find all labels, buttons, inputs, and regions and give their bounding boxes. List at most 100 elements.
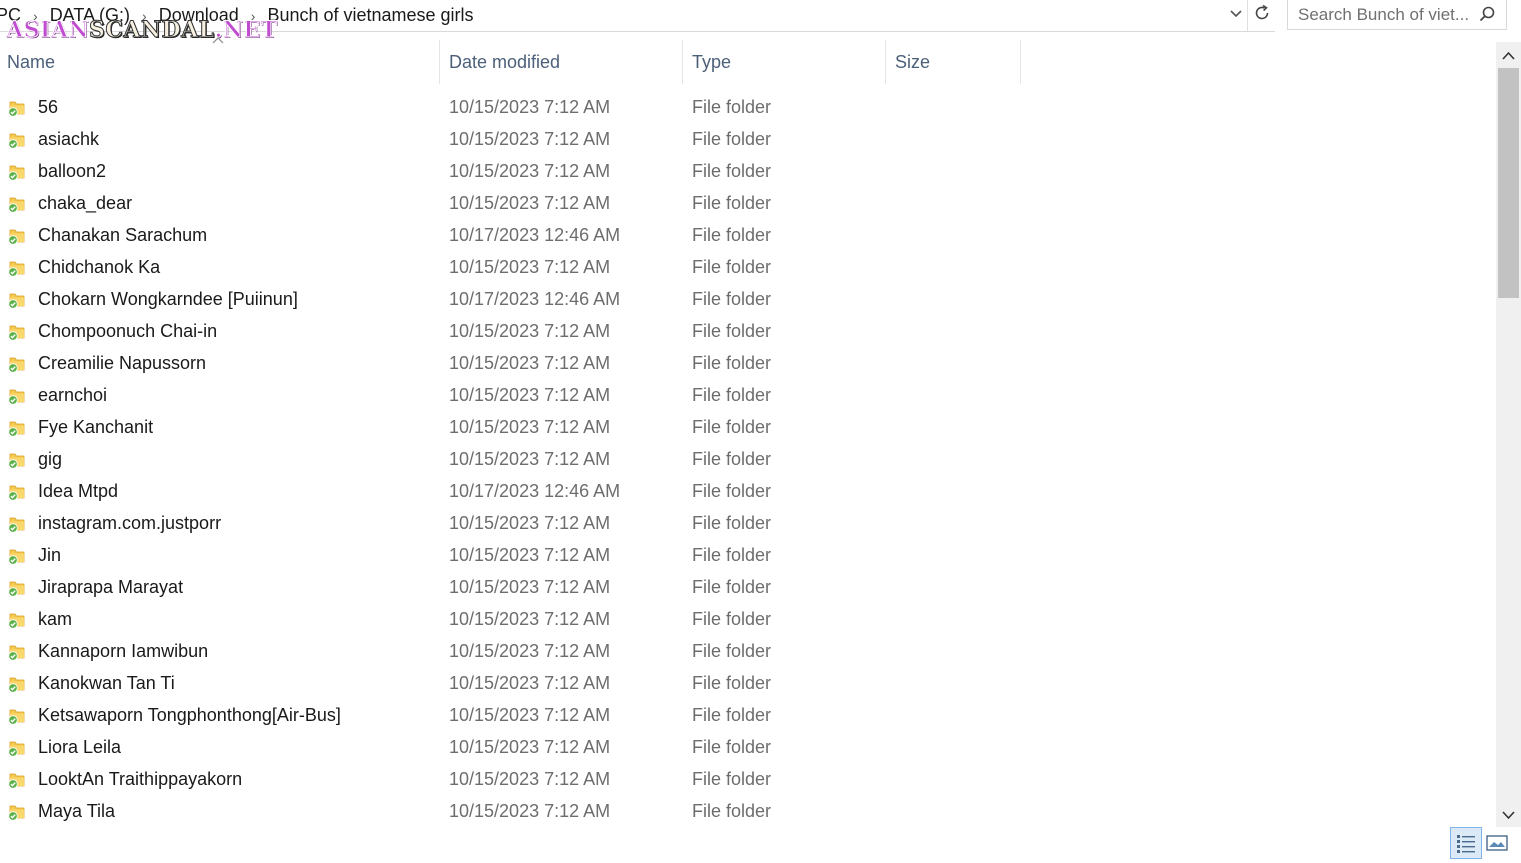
file-row[interactable]: chaka_dear 10/15/2023 7:12 AM File folder	[0, 188, 1490, 220]
file-row[interactable]: Chokarn Wongkarndee [Puiinun] 10/17/2023 …	[0, 284, 1490, 316]
file-date-modified: 10/15/2023 7:12 AM	[449, 705, 611, 725]
folder-synced-icon	[7, 706, 27, 726]
folder-synced-icon	[7, 290, 27, 310]
folder-synced-icon	[7, 482, 27, 502]
column-header-size[interactable]: Size	[895, 40, 1015, 84]
address-divider	[1247, 0, 1248, 31]
file-row[interactable]: Chidchanok Ka 10/15/2023 7:12 AM File fold…	[0, 252, 1490, 284]
file-name: Jin	[38, 545, 62, 565]
file-row[interactable]: Fye Kanchanit 10/15/2023 7:12 AM File fold…	[0, 412, 1490, 444]
breadcrumb-current-folder[interactable]: Bunch of vietnamese girls	[267, 5, 473, 26]
file-row[interactable]: LooktAn Traithippayakorn 10/15/2023 7:12 …	[0, 764, 1490, 796]
file-row[interactable]: Idea Mtpd 10/17/2023 12:46 AM File folder	[0, 476, 1490, 508]
folder-synced-icon	[7, 578, 27, 598]
file-date-modified: 10/15/2023 7:12 AM	[449, 545, 611, 565]
file-name: Fye Kanchanit	[38, 417, 154, 437]
file-date-modified: 10/15/2023 7:12 AM	[449, 129, 611, 149]
folder-synced-icon	[7, 770, 27, 790]
column-header-date-modified[interactable]: Date modified	[449, 40, 679, 84]
address-history-chevron-down-icon[interactable]	[1226, 5, 1246, 25]
file-date-modified: 10/17/2023 12:46 AM	[449, 289, 621, 309]
file-name: instagram.com.justporr	[38, 513, 222, 533]
file-date-modified: 10/15/2023 7:12 AM	[449, 353, 611, 373]
file-type: File folder	[692, 577, 772, 597]
column-divider[interactable]	[439, 40, 440, 84]
file-date-modified: 10/15/2023 7:12 AM	[449, 673, 611, 693]
file-name: balloon2	[38, 161, 107, 181]
file-row[interactable]: Ketsawaporn Tongphonthong[Air-Bus] 10/15/…	[0, 700, 1490, 732]
file-name: Ketsawaporn Tongphonthong[Air-Bus]	[38, 705, 341, 725]
file-list: 56 10/15/2023 7:12 AM File folder asiachk 10…	[0, 92, 1490, 828]
file-row[interactable]: Maya Tila 10/15/2023 7:12 AM File folder	[0, 796, 1490, 828]
folder-synced-icon	[7, 802, 27, 822]
file-row[interactable]: kam 10/15/2023 7:12 AM File folder	[0, 604, 1490, 636]
file-type: File folder	[692, 545, 772, 565]
file-row[interactable]: balloon2 10/15/2023 7:12 AM File folder	[0, 156, 1490, 188]
folder-synced-icon	[7, 418, 27, 438]
large-icons-view-icon[interactable]	[1484, 830, 1510, 856]
file-type: File folder	[692, 609, 772, 629]
file-row[interactable]: Kanokwan Tan Ti 10/15/2023 7:12 AM File fo…	[0, 668, 1490, 700]
file-name: kam	[38, 609, 73, 629]
file-name: LooktAn Traithippayakorn	[38, 769, 243, 789]
file-row[interactable]: asiachk 10/15/2023 7:12 AM File folder	[0, 124, 1490, 156]
file-name: Chompoonuch Chai-in	[38, 321, 218, 341]
folder-synced-icon	[7, 194, 27, 214]
folder-synced-icon	[7, 354, 27, 374]
file-type: File folder	[692, 769, 772, 789]
file-row[interactable]: earnchoi 10/15/2023 7:12 AM File folder	[0, 380, 1490, 412]
search-input[interactable]: Search Bunch of viet...	[1298, 5, 1469, 25]
folder-synced-icon	[7, 642, 27, 662]
file-name: 56	[38, 97, 59, 117]
file-row[interactable]: Creamilie Napussorn 10/15/2023 7:12 AM Fil…	[0, 348, 1490, 380]
file-name: earnchoi	[38, 385, 108, 405]
file-date-modified: 10/15/2023 7:12 AM	[449, 193, 611, 213]
scroll-up-arrow-icon[interactable]	[1496, 44, 1521, 68]
file-type: File folder	[692, 385, 772, 405]
file-type: File folder	[692, 673, 772, 693]
search-icon[interactable]	[1478, 5, 1496, 23]
column-divider[interactable]	[682, 40, 683, 84]
scroll-down-arrow-icon[interactable]	[1496, 803, 1521, 827]
file-name: Maya Tila	[38, 801, 116, 821]
file-type: File folder	[692, 417, 772, 437]
folder-synced-icon	[7, 514, 27, 534]
file-date-modified: 10/15/2023 7:12 AM	[449, 609, 611, 629]
file-date-modified: 10/15/2023 7:12 AM	[449, 97, 611, 117]
file-type: File folder	[692, 641, 772, 661]
column-divider[interactable]	[1020, 40, 1021, 84]
file-type: File folder	[692, 129, 772, 149]
file-name: Chidchanok Ka	[38, 257, 161, 277]
column-header-name[interactable]: Name	[7, 40, 437, 84]
file-type: File folder	[692, 705, 772, 725]
vertical-scrollbar[interactable]	[1496, 42, 1521, 827]
file-type: File folder	[692, 449, 772, 469]
file-row[interactable]: Jin 10/15/2023 7:12 AM File folder	[0, 540, 1490, 572]
file-row[interactable]: Jiraprapa Marayat 10/15/2023 7:12 AM File …	[0, 572, 1490, 604]
file-date-modified: 10/17/2023 12:46 AM	[449, 225, 621, 245]
file-type: File folder	[692, 193, 772, 213]
column-header-type[interactable]: Type	[692, 40, 882, 84]
file-row[interactable]: gig 10/15/2023 7:12 AM File folder	[0, 444, 1490, 476]
file-row[interactable]: Liora Leila 10/15/2023 7:12 AM File folder	[0, 732, 1490, 764]
file-type: File folder	[692, 225, 772, 245]
file-name: Jiraprapa Marayat	[38, 577, 184, 597]
file-row[interactable]: instagram.com.justporr 10/15/2023 7:12 AM…	[0, 508, 1490, 540]
search-box[interactable]: Search Bunch of viet...	[1287, 0, 1507, 30]
file-row[interactable]: Chanakan Sarachum 10/17/2023 12:46 AM File…	[0, 220, 1490, 252]
folder-synced-icon	[7, 610, 27, 630]
folder-synced-icon	[7, 738, 27, 758]
file-row[interactable]: Kannaporn Iamwibun 10/15/2023 7:12 AM File…	[0, 636, 1490, 668]
folder-synced-icon	[7, 322, 27, 342]
file-name: Chokarn Wongkarndee [Puiinun]	[38, 289, 298, 309]
file-row[interactable]: 56 10/15/2023 7:12 AM File folder	[0, 92, 1490, 124]
details-view-icon[interactable]	[1450, 827, 1482, 859]
column-divider[interactable]	[885, 40, 886, 84]
file-date-modified: 10/15/2023 7:12 AM	[449, 737, 611, 757]
file-name: Creamilie Napussorn	[38, 353, 207, 373]
refresh-icon[interactable]	[1251, 3, 1273, 27]
file-date-modified: 10/15/2023 7:12 AM	[449, 577, 611, 597]
folder-synced-icon	[7, 546, 27, 566]
file-row[interactable]: Chompoonuch Chai-in 10/15/2023 7:12 AM Fil…	[0, 316, 1490, 348]
scrollbar-thumb[interactable]	[1498, 68, 1519, 298]
